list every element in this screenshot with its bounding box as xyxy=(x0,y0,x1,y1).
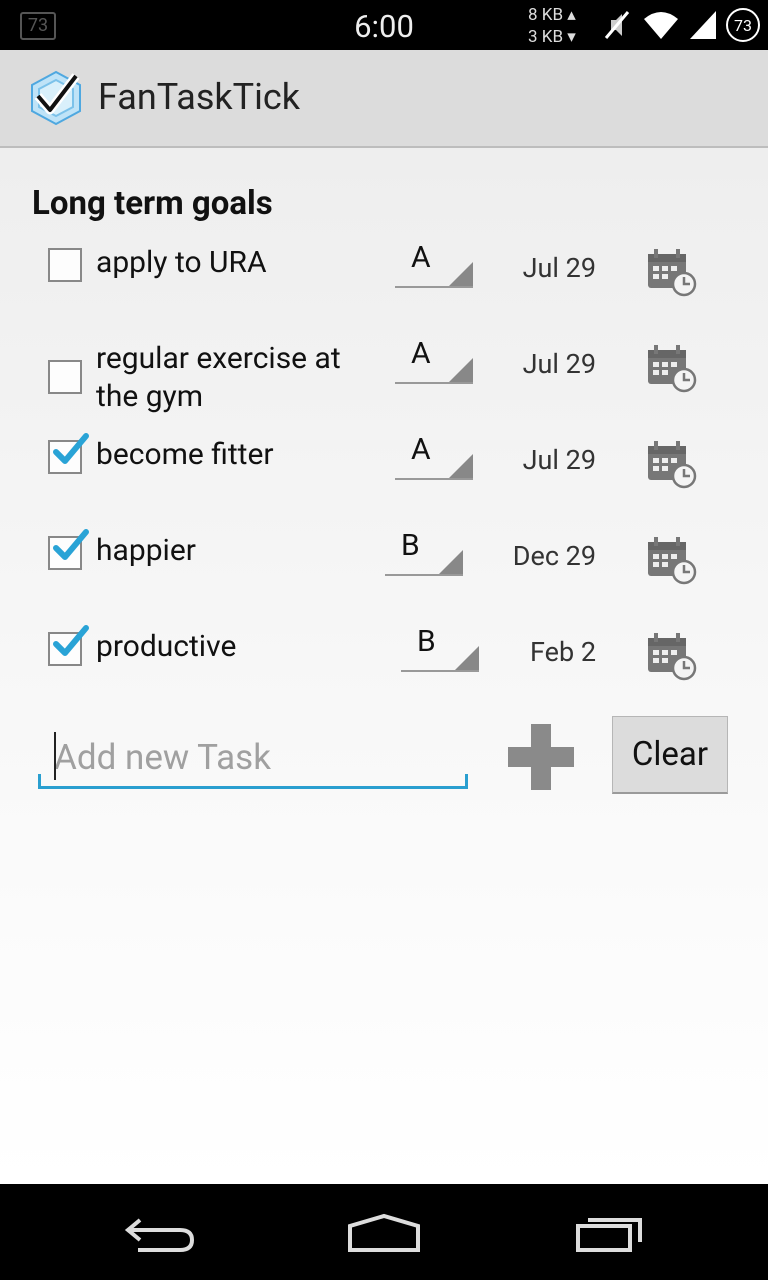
wifi-icon xyxy=(644,12,678,39)
app-title: FanTaskTick xyxy=(98,76,300,118)
new-task-field[interactable] xyxy=(38,726,468,789)
task-label: productive xyxy=(96,629,237,664)
signal-icon xyxy=(690,11,716,39)
task-checkbox[interactable] xyxy=(48,529,89,570)
battery-icon: 73 xyxy=(726,8,760,42)
mute-icon xyxy=(604,11,630,39)
section-title: Long term goals xyxy=(32,184,273,223)
task-row: regular exercise at the gym A Jul 29 xyxy=(0,336,768,432)
task-label: regular exercise at the gym xyxy=(96,341,341,414)
priority-spinner[interactable]: B xyxy=(385,528,463,576)
calendar-clock-icon[interactable] xyxy=(646,438,698,490)
priority-value: A xyxy=(411,240,431,275)
plus-icon[interactable] xyxy=(506,722,576,792)
priority-value: B xyxy=(401,528,420,563)
navigation-bar xyxy=(0,1184,768,1280)
field-edge-right xyxy=(465,774,468,786)
priority-value: B xyxy=(417,624,436,659)
task-label: happier xyxy=(96,533,196,568)
due-date: Jul 29 xyxy=(522,348,596,380)
field-edge-left xyxy=(38,774,41,786)
recent-apps-icon[interactable] xyxy=(560,1208,660,1258)
clear-button[interactable]: Clear xyxy=(612,716,728,794)
action-bar: FanTaskTick xyxy=(0,50,768,148)
task-row: apply to URA A Jul 29 xyxy=(0,240,768,336)
due-date: Jul 29 xyxy=(522,444,596,476)
status-bar: 73 6:00 8 KB ▴ 3 KB ▾ 73 xyxy=(0,0,768,50)
calendar-clock-icon[interactable] xyxy=(646,630,698,682)
status-icons: 73 xyxy=(600,8,760,42)
due-date: Dec 29 xyxy=(512,540,596,572)
net-down-speed: 3 KB ▾ xyxy=(528,27,576,47)
checkmark-icon xyxy=(53,529,89,560)
task-checkbox[interactable] xyxy=(48,248,82,282)
task-row: happier B Dec 29 xyxy=(0,528,768,624)
priority-value: A xyxy=(411,336,431,371)
network-speed: 8 KB ▴ 3 KB ▾ xyxy=(528,4,576,48)
calendar-clock-icon[interactable] xyxy=(646,246,698,298)
checkmark-icon xyxy=(53,433,89,464)
task-checkbox[interactable] xyxy=(48,625,89,666)
due-date: Feb 2 xyxy=(530,636,596,668)
text-cursor xyxy=(54,732,56,780)
new-task-input[interactable] xyxy=(52,730,456,784)
home-icon[interactable] xyxy=(334,1208,434,1258)
priority-value: A xyxy=(411,432,431,467)
task-row: become fitter A Jul 29 xyxy=(0,432,768,528)
task-checkbox[interactable] xyxy=(48,433,89,474)
calendar-clock-icon[interactable] xyxy=(646,342,698,394)
net-up-speed: 8 KB ▴ xyxy=(528,5,576,25)
calendar-clock-icon[interactable] xyxy=(646,534,698,586)
back-icon[interactable] xyxy=(110,1208,210,1258)
task-label: become fitter xyxy=(96,437,274,472)
task-row: productive B Feb 2 xyxy=(0,624,768,720)
task-label: apply to URA xyxy=(96,245,267,280)
main-content: Long term goals apply to URA A Jul 29 re… xyxy=(0,148,768,1184)
checkmark-icon xyxy=(53,625,89,656)
due-date: Jul 29 xyxy=(522,252,596,284)
checkmark-hexagon-icon xyxy=(31,70,81,126)
task-checkbox[interactable] xyxy=(48,360,82,394)
